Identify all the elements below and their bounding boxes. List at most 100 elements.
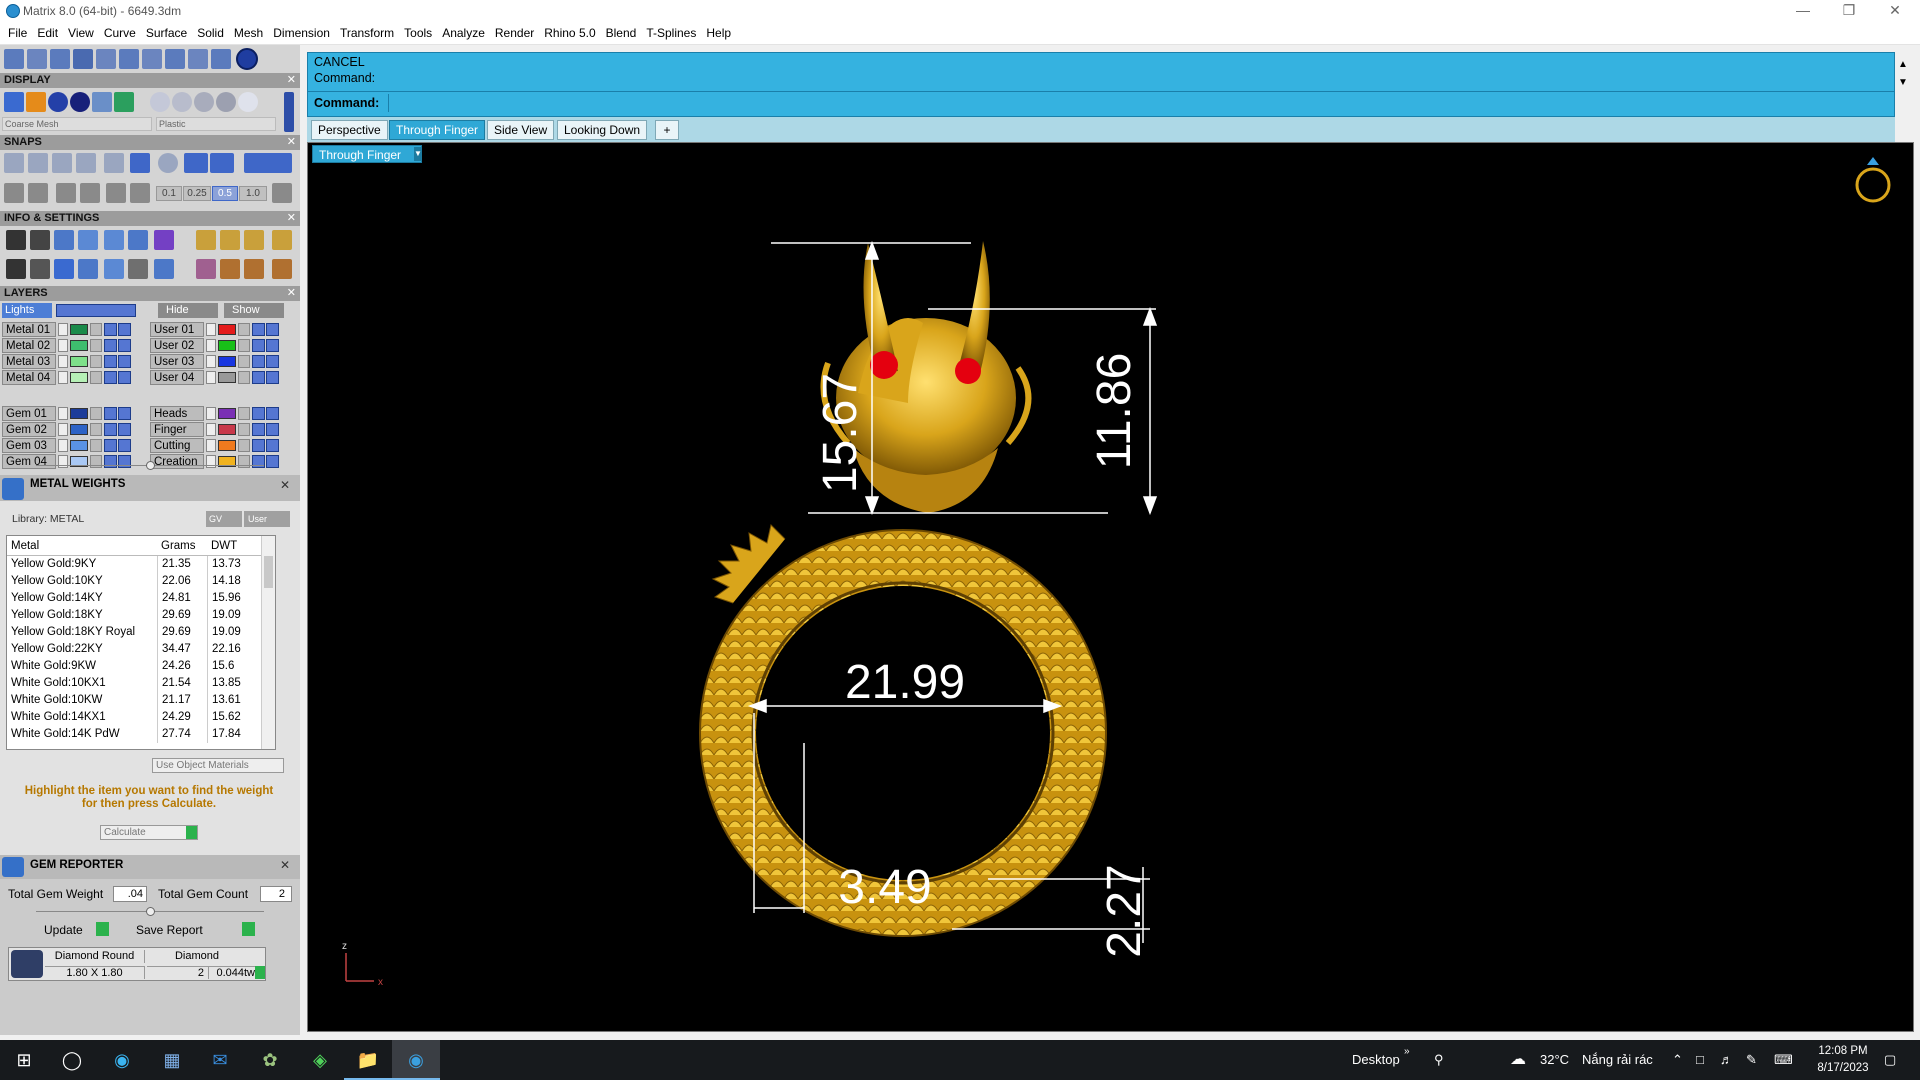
- xray-mode-icon[interactable]: [92, 92, 112, 112]
- sphere-material-2-icon[interactable]: [172, 92, 192, 112]
- snap-mid-icon[interactable]: [76, 153, 96, 173]
- search-icon[interactable]: ◯: [48, 1040, 96, 1080]
- volume-icon[interactable]: [78, 230, 98, 250]
- planar-icon[interactable]: [28, 183, 48, 203]
- menu-curve[interactable]: Curve: [99, 23, 141, 44]
- layer-expand-icon[interactable]: [206, 423, 216, 436]
- layer-expand-icon[interactable]: [58, 455, 68, 468]
- layer-color-swatch[interactable]: [218, 324, 236, 335]
- layer-visible-icon[interactable]: [252, 439, 265, 452]
- notifications-icon[interactable]: ▢: [1884, 1040, 1896, 1080]
- calculator-icon[interactable]: [154, 259, 174, 279]
- weather-desc[interactable]: Nắng rải rác: [1582, 1040, 1653, 1080]
- layer-visible-icon[interactable]: [104, 455, 117, 468]
- metal-table-row[interactable]: White Gold:9KW 24.26 15.6: [7, 658, 275, 675]
- layer-current-icon[interactable]: [118, 371, 131, 384]
- layer-expand-icon[interactable]: [58, 339, 68, 352]
- layer-lock-icon[interactable]: [238, 423, 250, 436]
- snap-value-0.5[interactable]: 0.5: [212, 186, 238, 201]
- layer-expand-icon[interactable]: [206, 455, 216, 468]
- snap-int-icon[interactable]: [130, 153, 150, 173]
- layer-current-icon[interactable]: [266, 323, 279, 336]
- menu-blend[interactable]: Blend: [601, 23, 642, 44]
- menu-render[interactable]: Render: [490, 23, 539, 44]
- layer-lock-icon[interactable]: [238, 323, 250, 336]
- settings-gear-icon[interactable]: [6, 230, 26, 250]
- layer-color-swatch[interactable]: [70, 340, 88, 351]
- layer-name[interactable]: User 01: [150, 322, 204, 337]
- angle-icon[interactable]: [80, 183, 100, 203]
- layer-visible-icon[interactable]: [104, 439, 117, 452]
- display-close-icon[interactable]: ✕: [287, 73, 296, 88]
- gem-row-go-icon[interactable]: [255, 966, 265, 979]
- shaded-mode-icon[interactable]: [48, 92, 68, 112]
- snap-value-0.25[interactable]: 0.25: [183, 186, 211, 201]
- matrix-taskbar-icon[interactable]: ◉: [392, 1040, 440, 1080]
- app-icon-2[interactable]: ◈: [296, 1040, 344, 1080]
- layer-visible-icon[interactable]: [104, 423, 117, 436]
- paste-settings-icon[interactable]: [244, 230, 264, 250]
- monitor-icon[interactable]: [30, 259, 50, 279]
- figure-2-icon[interactable]: [220, 259, 240, 279]
- snap-value-0.1[interactable]: 0.1: [156, 186, 182, 201]
- snap-quad-icon[interactable]: [210, 153, 234, 173]
- layer-row[interactable]: Cutting: [150, 438, 294, 453]
- copy-tool-icon[interactable]: [119, 49, 139, 69]
- layer-current-icon[interactable]: [118, 323, 131, 336]
- layer-lock-icon[interactable]: [238, 339, 250, 352]
- layer-current-icon[interactable]: [266, 371, 279, 384]
- desktop-toolbar[interactable]: Desktop: [1352, 1040, 1400, 1080]
- menu-tools[interactable]: Tools: [399, 23, 437, 44]
- metal-table-row[interactable]: Yellow Gold:18KY Royal 29.69 19.09: [7, 624, 275, 641]
- layer-name[interactable]: Metal 04: [2, 370, 56, 385]
- mail-icon[interactable]: ✉: [196, 1040, 244, 1080]
- layer-color-swatch[interactable]: [218, 356, 236, 367]
- layer-row[interactable]: Gem 01: [2, 406, 146, 421]
- snap-tan-icon[interactable]: [184, 153, 208, 173]
- layer-expand-icon[interactable]: [206, 439, 216, 452]
- group-tool-icon[interactable]: [165, 49, 185, 69]
- layer-row[interactable]: Finger: [150, 422, 294, 437]
- gem-reporter-close-icon[interactable]: ✕: [280, 858, 290, 872]
- layer-color-swatch[interactable]: [218, 440, 236, 451]
- menu-help[interactable]: Help: [701, 23, 736, 44]
- layer-color-swatch[interactable]: [218, 372, 236, 383]
- info-close-icon[interactable]: ✕: [287, 211, 296, 226]
- layer-lock-icon[interactable]: [238, 355, 250, 368]
- layer-visible-icon[interactable]: [252, 323, 265, 336]
- layers-close-icon[interactable]: ✕: [287, 286, 296, 301]
- layers-info-icon[interactable]: [54, 230, 74, 250]
- layer-row[interactable]: Metal 01: [2, 322, 146, 337]
- wireframe-mode-icon[interactable]: [4, 92, 24, 112]
- layer-current-icon[interactable]: [266, 455, 279, 468]
- layer-lock-icon[interactable]: [238, 455, 250, 468]
- ring-view-widget-icon[interactable]: [1855, 157, 1891, 203]
- snap-cen-icon[interactable]: [104, 153, 124, 173]
- keyboard-icon[interactable]: ⌨: [1774, 1040, 1793, 1080]
- layer-row[interactable]: Metal 03: [2, 354, 146, 369]
- menu-file[interactable]: File: [0, 23, 32, 44]
- layer-name[interactable]: Metal 02: [2, 338, 56, 353]
- layer-lock-icon[interactable]: [90, 455, 102, 468]
- add-tab-icon[interactable]: +: [655, 120, 679, 140]
- layer-lock-icon[interactable]: [90, 339, 102, 352]
- layer-visible-icon[interactable]: [252, 423, 265, 436]
- layer-visible-icon[interactable]: [104, 339, 117, 352]
- grid-icon[interactable]: [272, 183, 292, 203]
- layer-current-icon[interactable]: [118, 407, 131, 420]
- edge-icon[interactable]: ◉: [98, 1040, 146, 1080]
- layer-name[interactable]: Gem 02: [2, 422, 56, 437]
- layer-color-swatch[interactable]: [218, 340, 236, 351]
- layer-expand-icon[interactable]: [206, 323, 216, 336]
- restore-button[interactable]: ❐: [1826, 0, 1872, 23]
- layer-visible-icon[interactable]: [252, 455, 265, 468]
- layer-row[interactable]: Gem 03: [2, 438, 146, 453]
- layer-lock-icon[interactable]: [90, 371, 102, 384]
- analyze-zoom-icon[interactable]: [30, 230, 50, 250]
- menu-surface[interactable]: Surface: [141, 23, 192, 44]
- layer-expand-icon[interactable]: [58, 407, 68, 420]
- layer-name[interactable]: User 03: [150, 354, 204, 369]
- gem-cube-icon[interactable]: [154, 230, 174, 250]
- layer-color-swatch[interactable]: [70, 408, 88, 419]
- mirror-tool-icon[interactable]: [188, 49, 208, 69]
